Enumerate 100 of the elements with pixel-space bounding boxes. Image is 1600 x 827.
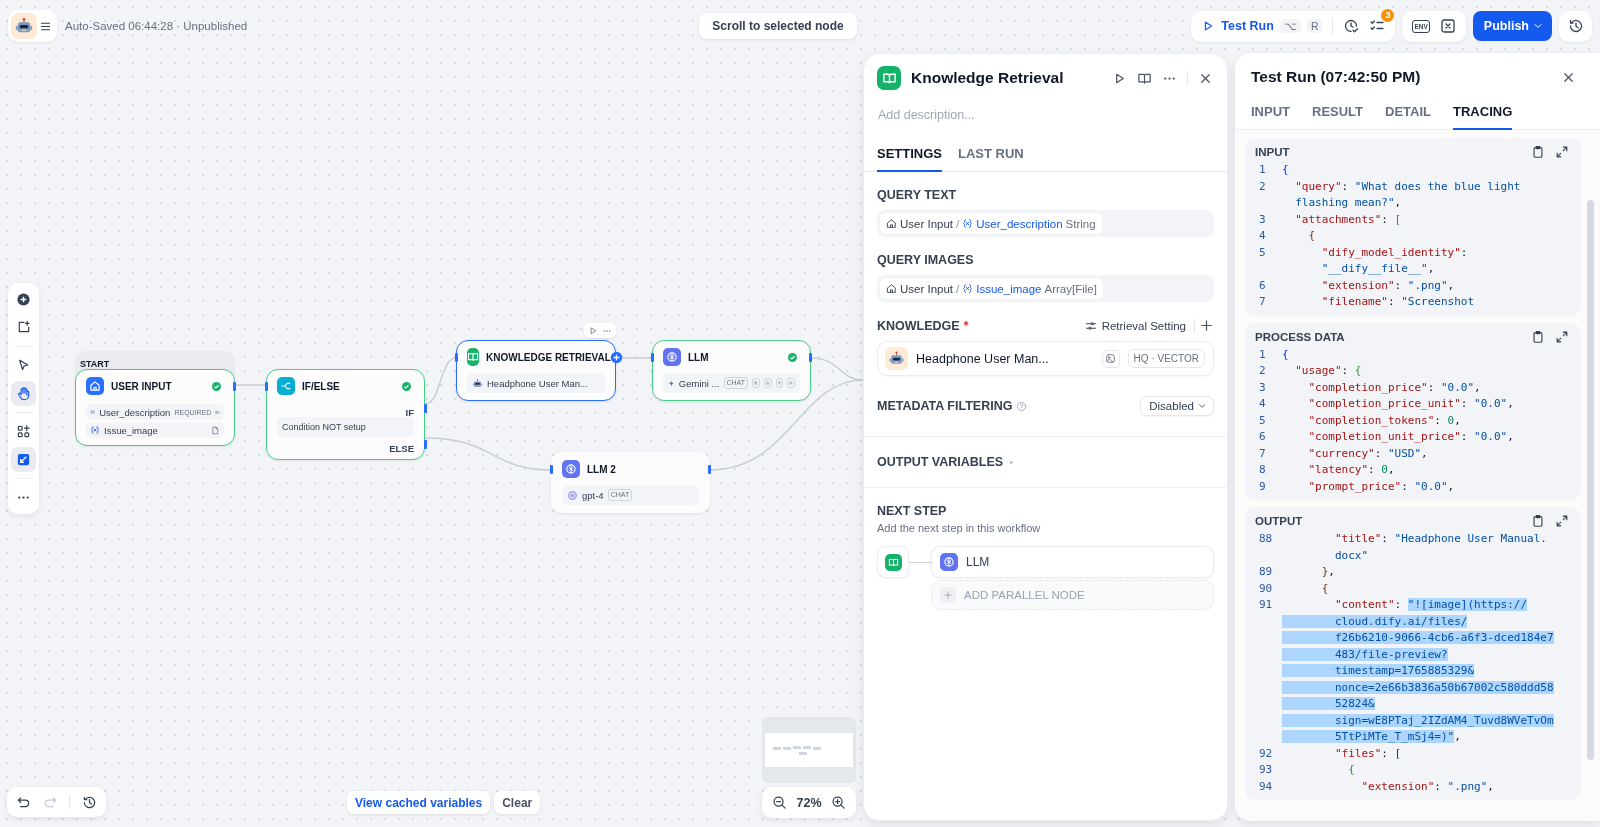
app-menu-button[interactable]	[8, 10, 57, 42]
tab[interactable]: DETAIL	[1385, 98, 1432, 130]
success-icon	[211, 380, 222, 392]
dataset-name: Headphone User Man...	[487, 377, 588, 389]
code-text: 52824&	[1282, 697, 1375, 710]
line-number: 2	[1258, 363, 1267, 379]
line-number: 9	[1258, 478, 1267, 495]
line-number: 89	[1258, 564, 1274, 580]
node-title: LLM	[688, 351, 709, 363]
path-separator: /	[956, 282, 960, 295]
file-type-icon	[211, 425, 220, 435]
run-history-icon[interactable]	[1343, 18, 1360, 34]
scroll-to-node-button[interactable]: Scroll to selected node	[699, 13, 857, 39]
next-node-card[interactable]: LLM	[931, 546, 1214, 578]
variable-box-icon[interactable]	[1439, 18, 1456, 34]
tab[interactable]: SETTINGS	[877, 140, 942, 172]
line-number: 90	[1258, 580, 1274, 597]
node-title: KNOWLEDGE RETRIEVAL	[486, 351, 611, 363]
node-handle[interactable]	[424, 440, 427, 449]
variable-icon	[90, 425, 100, 435]
node-handle[interactable]	[651, 353, 654, 362]
expand-icon[interactable]	[1555, 329, 1569, 344]
line-number: 3	[1258, 211, 1267, 228]
copy-icon[interactable]	[1531, 329, 1545, 344]
layout-icon	[16, 452, 31, 467]
line-number: 5	[1258, 244, 1267, 261]
dataset-name: Headphone User Man...	[916, 351, 1049, 366]
section-label[interactable]: OUTPUT VARIABLES	[877, 455, 1004, 469]
add-icon[interactable]	[1199, 318, 1214, 333]
version-history-button[interactable]	[1559, 10, 1592, 42]
description-field[interactable]: Add description...	[877, 104, 1214, 126]
code-text: "completion_price": "0.0",	[1307, 380, 1481, 394]
section-label: QUERY TEXT	[877, 188, 958, 202]
chevron-down-icon	[1197, 401, 1207, 411]
tab[interactable]: INPUT	[1251, 98, 1290, 130]
scrollbar[interactable]	[1587, 200, 1594, 760]
model-icon	[663, 348, 681, 366]
code-text: flashing mean?",	[1294, 196, 1402, 209]
document-icon	[763, 378, 772, 388]
code-text: "extension": ".png",	[1320, 278, 1455, 292]
node-handle[interactable]	[424, 404, 427, 413]
zoom-in-icon[interactable]	[831, 795, 846, 810]
success-icon	[401, 380, 412, 392]
node-handle[interactable]	[708, 465, 711, 474]
node-title: LLM 2	[587, 463, 616, 475]
condition-text: Condition NOT setup	[277, 417, 414, 437]
node-title: USER INPUT	[111, 380, 172, 392]
expand-icon[interactable]	[1555, 514, 1569, 528]
code-text: sign=wE8PTaj_2IZdAM4_Tuvd8WVeTvOm	[1282, 713, 1554, 727]
hand-tool[interactable]	[11, 381, 36, 406]
book-icon	[467, 348, 479, 366]
code-text: {	[1282, 347, 1289, 361]
undo-icon	[15, 794, 31, 810]
current-node-icon	[877, 546, 909, 578]
vision-icon	[752, 378, 760, 388]
variable-icon	[90, 407, 96, 417]
node-title: IF/ELSE	[302, 380, 340, 392]
code-text: "files": [	[1333, 746, 1402, 760]
workflow-node[interactable]: KNOWLEDGE RETRIEVAL Headphone User Man...	[456, 340, 616, 401]
home-icon	[886, 218, 897, 229]
play-icon[interactable]	[588, 325, 598, 336]
circle-logo-icon	[567, 489, 578, 501]
line-number: 92	[1258, 745, 1274, 762]
retrieval-setting-button[interactable]: Retrieval Setting	[1084, 319, 1186, 332]
node-handle[interactable]	[265, 382, 268, 391]
index-badge: HQ · VECTOR	[1127, 349, 1205, 368]
branch-label: ELSE	[389, 443, 414, 454]
dataset-card[interactable]: Headphone User Man... HQ · VECTOR	[877, 341, 1214, 376]
workflow-node[interactable]: IF/ELSE IF Condition NOT setup ELSE	[266, 369, 425, 460]
layout-tool[interactable]	[11, 447, 36, 472]
variable-field[interactable]: User Input / Issue_image Array[File]	[877, 275, 1214, 302]
code-text: "completion_price_unit": "0.0",	[1307, 397, 1514, 410]
path-separator: /	[956, 217, 960, 230]
publish-button[interactable]: Publish	[1472, 11, 1552, 41]
zoom-out-icon[interactable]	[772, 795, 787, 810]
node-handle[interactable]	[809, 353, 812, 362]
variable-name: User_description	[976, 217, 1063, 230]
tab[interactable]: LAST RUN	[958, 140, 1024, 172]
line-number: 91	[1258, 597, 1274, 613]
node-handle[interactable]	[550, 465, 553, 474]
filter-dropdown[interactable]: Disabled	[1140, 396, 1214, 416]
zoom-level[interactable]: 72%	[796, 795, 822, 810]
code-text: "extension": ".png",	[1360, 779, 1494, 793]
clear-button[interactable]: Clear	[494, 791, 541, 814]
test-run-button[interactable]: Test Run ⌥ R	[1201, 19, 1323, 33]
sliders-icon	[1084, 319, 1097, 332]
variable-icon	[962, 283, 974, 294]
view-cached-variables-button[interactable]: View cached variables	[347, 791, 491, 814]
expand-icon[interactable]	[1555, 145, 1569, 159]
home-icon	[886, 283, 897, 294]
copy-icon[interactable]	[1531, 145, 1545, 159]
code-text: f26b6210-9066-4cb6-a6f3-dced184e7	[1282, 631, 1554, 644]
variable-field[interactable]: User Input / User_description String	[877, 210, 1214, 237]
branch-icon	[277, 377, 295, 395]
node-handle[interactable]	[455, 353, 458, 362]
code-text: "usage": {	[1294, 364, 1362, 377]
section-label: QUERY IMAGES	[877, 253, 975, 267]
tab[interactable]: RESULT	[1312, 98, 1364, 130]
node-handle[interactable]	[233, 382, 236, 391]
copy-icon[interactable]	[1531, 514, 1545, 528]
